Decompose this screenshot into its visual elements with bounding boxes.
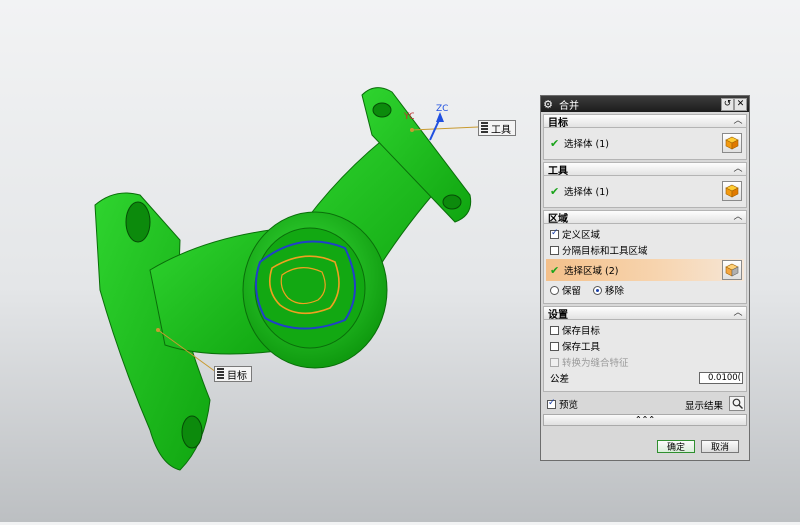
more-options-bar[interactable]: ⌃⌃⌃ (543, 414, 747, 426)
collapse-icon[interactable]: ︿ (731, 307, 745, 319)
preview-checkbox[interactable]: 预览 (543, 397, 578, 411)
gear-icon[interactable]: ⚙ (541, 98, 555, 111)
cancel-button[interactable]: 取消 (701, 440, 739, 453)
section-region-header[interactable]: 区域 ︿ (543, 210, 747, 225)
checkbox-icon (550, 357, 559, 367)
grip-icon (217, 368, 224, 380)
section-settings-header[interactable]: 设置 ︿ (543, 306, 747, 321)
select-body-target[interactable]: 选择体 (1) (564, 136, 609, 150)
axis-label-zc: ZC (436, 104, 449, 114)
keep-tool-checkbox[interactable]: 保存工具 (544, 338, 746, 354)
region-cube-icon (725, 263, 739, 277)
dialog-title: 合并 (559, 100, 579, 112)
checkbox-icon (550, 325, 559, 335)
section-tool-header[interactable]: 工具 ︿ (543, 162, 747, 177)
checkbox-icon (547, 398, 556, 409)
checkbox-icon (550, 245, 559, 255)
ok-button[interactable]: 确定 (657, 440, 695, 453)
reset-button[interactable]: ↺ (721, 98, 734, 111)
cube-icon (725, 136, 739, 150)
define-region-checkbox[interactable]: 定义区域 (544, 226, 746, 242)
show-result-button[interactable] (729, 396, 745, 411)
select-body-tool-button[interactable] (722, 181, 742, 201)
radio-icon (550, 285, 559, 295)
remove-radio[interactable]: 移除 (593, 283, 624, 297)
separate-region-checkbox[interactable]: 分隔目标和工具区域 (544, 242, 746, 258)
upper-flange-hole-top (372, 102, 392, 118)
grip-icon (481, 122, 488, 134)
tool-callout[interactable]: 工具 (478, 120, 516, 136)
tolerance-label: 公差 (550, 374, 570, 385)
checkmark-icon: ✔ (550, 263, 560, 277)
select-region-button[interactable] (722, 260, 742, 280)
checkmark-icon: ✔ (550, 184, 560, 198)
left-flange-hole-top (125, 201, 151, 243)
select-body-tool[interactable]: 选择体 (1) (564, 184, 609, 198)
collapse-icon[interactable]: ︿ (731, 163, 745, 175)
select-body-target-button[interactable] (722, 133, 742, 153)
section-settings: 保存目标 保存工具 转换为缝合特征 公差 (543, 320, 747, 392)
sphere-opening (254, 227, 366, 349)
section-tool: ✔ 选择体 (1) (543, 176, 747, 208)
checkbox-icon (550, 341, 559, 351)
section-region: 定义区域 分隔目标和工具区域 ✔ 选择区域 (2) 保留 (543, 224, 747, 304)
checkbox-icon (550, 228, 559, 239)
keep-radio[interactable]: 保留 (550, 283, 581, 297)
select-region: 选择区域 (2) (564, 266, 619, 277)
radio-icon (593, 285, 603, 295)
show-result-label: 显示结果 (684, 401, 723, 412)
target-callout[interactable]: 目标 (214, 366, 252, 382)
select-region-row[interactable]: ✔ 选择区域 (2) (546, 259, 744, 281)
axis-label-yc: YC (404, 112, 414, 122)
keep-target-checkbox[interactable]: 保存目标 (544, 322, 746, 338)
unite-dialog: ⚙ 合并 ↺ ✕ 目标 ︿ ✔ 选择体 (1) 工具 ︿ ✔ 选择体 (1) 区… (540, 95, 750, 461)
section-target: ✔ 选择体 (1) (543, 128, 747, 160)
tolerance-input[interactable] (699, 372, 743, 384)
left-flange-hole-bottom (181, 415, 203, 449)
cube-icon (725, 184, 739, 198)
collapse-icon[interactable]: ︿ (731, 211, 745, 223)
convert-sew-checkbox: 转换为缝合特征 (544, 354, 746, 370)
dialog-titlebar[interactable]: ⚙ 合并 ↺ ✕ (541, 96, 749, 112)
close-button[interactable]: ✕ (734, 98, 747, 111)
magnifier-icon (732, 398, 743, 409)
upper-flange-hole-bottom (442, 194, 462, 210)
checkmark-icon: ✔ (550, 136, 560, 150)
collapse-icon[interactable]: ︿ (731, 115, 745, 127)
section-target-header[interactable]: 目标 ︿ (543, 114, 747, 129)
